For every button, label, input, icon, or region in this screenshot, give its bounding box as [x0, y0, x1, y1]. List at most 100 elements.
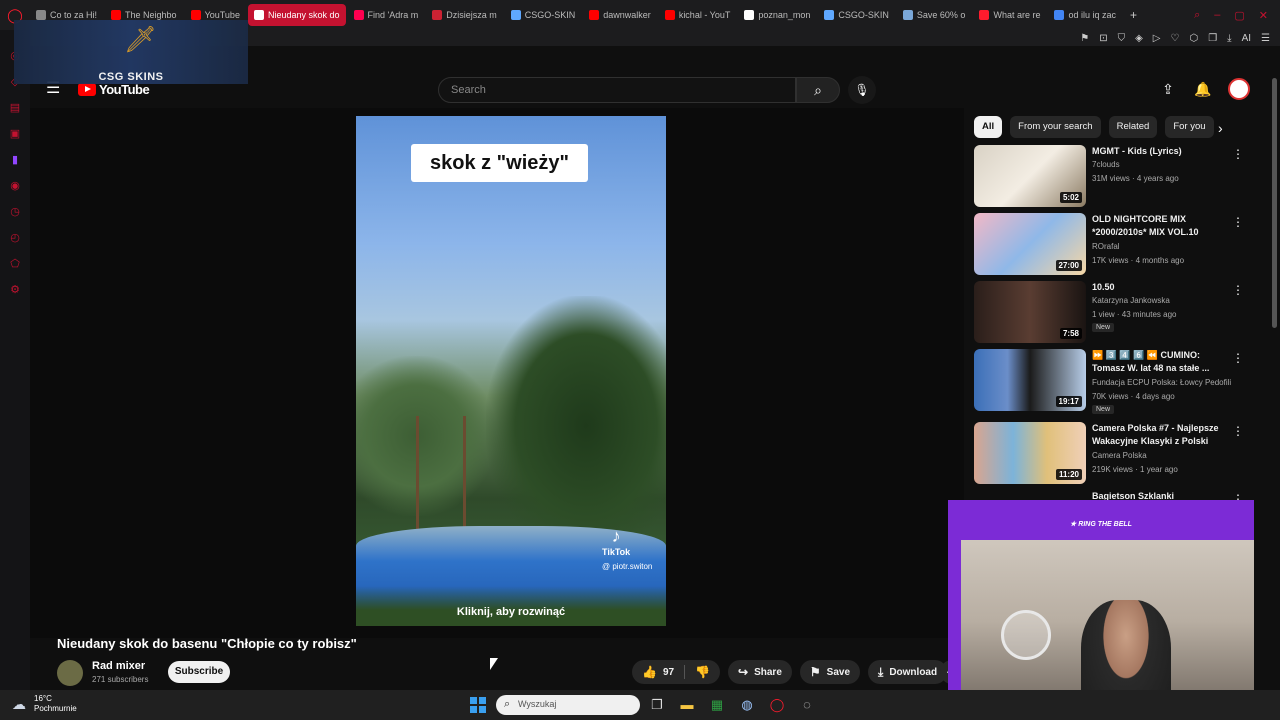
search-button[interactable]: ⌕: [796, 77, 840, 103]
share-label: Share: [754, 666, 782, 678]
browser-tab[interactable]: What are re: [973, 4, 1046, 26]
video-player[interactable]: skok z "wieży" ♪ TikTok @ piotr.switon K…: [356, 116, 666, 626]
settings-icon[interactable]: ⚙: [9, 284, 21, 296]
search-tabs-icon[interactable]: ⌕: [1194, 9, 1200, 22]
save-button[interactable]: ⚑ Save: [799, 660, 861, 684]
related-video-channel[interactable]: Katarzyna Jankowska: [1092, 295, 1242, 307]
voice-search-button[interactable]: 🎙: [848, 76, 876, 104]
filter-chip[interactable]: All: [974, 116, 1003, 138]
minimize-icon[interactable]: –: [1214, 9, 1220, 22]
close-icon[interactable]: ✕: [1259, 9, 1268, 22]
player-sidebar-icon[interactable]: ◉: [9, 180, 21, 192]
account-avatar[interactable]: [1228, 78, 1250, 100]
history-icon[interactable]: ◷: [9, 206, 21, 218]
excel-icon[interactable]: ▦: [708, 696, 726, 714]
dislike-icon[interactable]: 👎: [695, 665, 710, 679]
music-icon[interactable]: ▣: [9, 128, 21, 140]
player-icon[interactable]: ▷: [1153, 33, 1161, 44]
related-video-title[interactable]: MGMT - Kids (Lyrics): [1092, 145, 1232, 158]
related-video-title[interactable]: OLD NIGHTCORE MIX *2000/2010s* MIX VOL.1…: [1092, 213, 1232, 239]
expand-text[interactable]: Kliknij, aby rozwinąć: [356, 606, 666, 618]
related-video-meta: 70K views · 4 days ago: [1092, 392, 1175, 401]
file-explorer-icon[interactable]: ▬: [678, 696, 696, 714]
extension-icon[interactable]: ◈: [1135, 33, 1143, 44]
video-thumbnail[interactable]: 19:17: [974, 349, 1086, 411]
like-icon[interactable]: 👍: [642, 665, 657, 679]
taskbar-search-input[interactable]: ⌕ Wyszukaj: [496, 695, 640, 715]
weather-widget[interactable]: ☁ 16°C Pochmurnie: [12, 694, 77, 714]
new-badge: New: [1092, 323, 1115, 332]
task-view-icon[interactable]: ❐: [648, 696, 666, 714]
browser-tab[interactable]: CSGO-SKIN: [505, 4, 582, 26]
related-video-item[interactable]: 27:00 OLD NIGHTCORE MIX *2000/2010s* MIX …: [974, 213, 1254, 275]
opera-gx-icon[interactable]: ◯: [768, 696, 786, 714]
related-video-item[interactable]: 5:02 MGMT - Kids (Lyrics) 7clouds 31M views…: [974, 145, 1254, 207]
related-video-channel[interactable]: 7clouds: [1092, 159, 1242, 171]
app-icon[interactable]: ◌: [798, 696, 816, 714]
related-video-item[interactable]: 19:17 ⏩ 3️⃣ 4️⃣ 6️⃣ ⏪ CUMINO: Tomasz W. l…: [974, 349, 1254, 414]
channel-avatar[interactable]: [57, 660, 83, 686]
like-count[interactable]: 97: [663, 667, 674, 678]
video-thumbnail[interactable]: 27:00: [974, 213, 1086, 275]
more-options-icon[interactable]: ⋮: [1232, 147, 1244, 161]
related-video-item[interactable]: Bagietson Szklanki ⋮: [974, 490, 1254, 506]
more-options-icon[interactable]: ⋮: [1232, 215, 1244, 229]
create-upload-icon[interactable]: ⇪: [1160, 81, 1176, 97]
copy-icon[interactable]: ❐: [1208, 33, 1217, 44]
browser-tab[interactable]: Dzisiejsza m: [426, 4, 503, 26]
related-video-channel[interactable]: Fundacja ECPU Polska: Łowcy Pedofili: [1092, 377, 1242, 389]
filter-chip[interactable]: For you: [1165, 116, 1214, 138]
channel-name[interactable]: Rad mixer: [92, 660, 145, 672]
cube-icon[interactable]: ⬡: [1189, 33, 1198, 44]
related-video-item[interactable]: 7:58 10.50 Katarzyna Jankowska 1 view · 43 …: [974, 281, 1254, 343]
header-actions: ⇪ 🔔: [1160, 78, 1250, 100]
browser-tab[interactable]: CSGO-SKIN: [818, 4, 895, 26]
twitch-icon[interactable]: ▮: [9, 154, 21, 166]
heart-icon[interactable]: ♡: [1170, 33, 1179, 44]
video-thumbnail[interactable]: 5:02: [974, 145, 1086, 207]
pinboard-icon[interactable]: ⬠: [9, 258, 21, 270]
related-video-item[interactable]: 11:20 Camera Polska #7 - Najlepsze Wakacy…: [974, 422, 1254, 484]
shield-icon[interactable]: ⛉: [1118, 33, 1126, 44]
related-video-channel[interactable]: Camera Polska: [1092, 450, 1242, 462]
video-thumbnail[interactable]: 11:20: [974, 422, 1086, 484]
browser-tab[interactable]: poznan_mon: [738, 4, 816, 26]
page-scrollbar[interactable]: [1272, 78, 1277, 328]
chevron-right-icon[interactable]: ›: [1218, 120, 1223, 136]
search-input[interactable]: Search: [438, 77, 796, 103]
webcam-overlay: ★ RING THE BELL: [948, 500, 1254, 720]
video-thumbnail[interactable]: 7:58: [974, 281, 1086, 343]
chat-icon[interactable]: ▤: [9, 102, 21, 114]
related-video-channel[interactable]: ROrafal: [1092, 241, 1242, 253]
more-options-icon[interactable]: ⋮: [1232, 283, 1244, 297]
hamburger-menu-icon[interactable]: ☰: [46, 81, 62, 97]
browser-tab[interactable]: od ilu iq zac: [1048, 4, 1122, 26]
browser-tab[interactable]: Find 'Adra m: [348, 4, 425, 26]
menu-icon[interactable]: ☰: [1261, 33, 1270, 44]
filter-chip[interactable]: From your search: [1010, 116, 1101, 138]
youtube-logo[interactable]: YouTube: [78, 82, 150, 97]
browser-tab[interactable]: kichal - YouT: [659, 4, 737, 26]
new-tab-icon[interactable]: +: [1122, 8, 1137, 22]
browser-tab[interactable]: Save 60% o: [897, 4, 972, 26]
download-button[interactable]: ⤓ Download: [868, 660, 948, 684]
more-options-icon[interactable]: ⋮: [1232, 424, 1244, 438]
related-video-title[interactable]: ⏩ 3️⃣ 4️⃣ 6️⃣ ⏪ CUMINO: Tomasz W. lat 48…: [1092, 349, 1232, 375]
browser-tab[interactable]: dawnwalker: [583, 4, 657, 26]
maximize-icon[interactable]: ▢: [1234, 9, 1244, 22]
snapshot-icon[interactable]: ⊡: [1099, 33, 1107, 44]
notifications-bell-icon[interactable]: 🔔: [1194, 81, 1211, 97]
steam-icon[interactable]: ◍: [738, 696, 756, 714]
aria-ai-button[interactable]: AI: [1242, 33, 1251, 44]
windows-start-icon[interactable]: [470, 697, 486, 713]
filter-chip[interactable]: Related: [1108, 116, 1158, 138]
browser-tab[interactable]: Nieudany skok do: [247, 4, 346, 26]
related-video-title[interactable]: Camera Polska #7 - Najlepsze Wakacyjne K…: [1092, 422, 1232, 448]
subscribe-button[interactable]: Subscribe: [168, 661, 230, 683]
share-button[interactable]: ↪ Share: [728, 660, 792, 684]
clock-icon[interactable]: ◴: [9, 232, 21, 244]
download-icon[interactable]: ⤓: [1227, 33, 1231, 44]
bookmark-icon[interactable]: ⚑: [1080, 33, 1089, 44]
more-options-icon[interactable]: ⋮: [1232, 351, 1244, 365]
related-video-title[interactable]: 10.50: [1092, 281, 1232, 294]
